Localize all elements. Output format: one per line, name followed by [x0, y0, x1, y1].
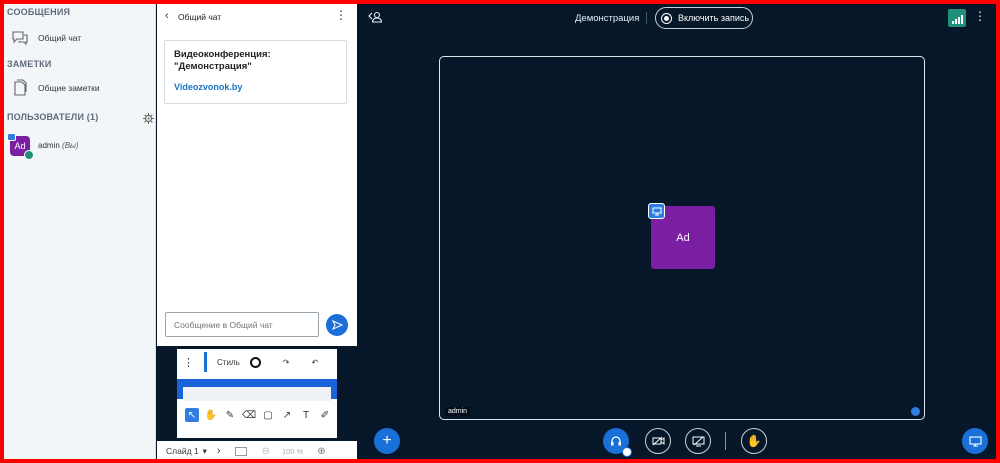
- camera-off-icon: [652, 436, 664, 446]
- send-button[interactable]: [326, 314, 348, 336]
- top-bar: Демонстрация Включить запись ⋮: [358, 4, 996, 34]
- raise-hand-button[interactable]: ✋: [741, 428, 767, 454]
- shared-notes-label: Общие заметки: [38, 83, 100, 93]
- zoom-level: 100 %: [281, 446, 304, 456]
- chevron-left-icon[interactable]: ‹: [165, 10, 169, 22]
- note-tool-icon[interactable]: ✐: [318, 408, 332, 422]
- record-icon: [661, 12, 672, 24]
- zoom-in-icon[interactable]: ⊕: [317, 446, 325, 457]
- presenter-icon: [7, 133, 16, 141]
- microphone-icon: [24, 150, 34, 160]
- presentation-icon: [968, 435, 982, 447]
- microphone-icon: [911, 407, 920, 416]
- headphones-icon: [611, 436, 621, 446]
- meeting-title: Демонстрация: [575, 13, 640, 24]
- welcome-title: Видеоконференция: "Демонстрация": [174, 49, 271, 72]
- user-name-text: admin: [38, 141, 60, 150]
- color-indicator: [204, 352, 207, 372]
- record-button[interactable]: Включить запись: [655, 7, 753, 29]
- user-self-suffix: (Вы): [62, 141, 79, 150]
- slide-selector[interactable]: Слайд 1: [166, 446, 199, 456]
- undo-icon[interactable]: ↶: [311, 358, 318, 367]
- chat-message-input[interactable]: [165, 312, 319, 337]
- pointer-tool-icon[interactable]: ↖: [185, 408, 199, 422]
- video-user-label: admin: [445, 407, 471, 416]
- arrow-tool-icon[interactable]: ↗: [280, 408, 294, 422]
- screen-share-button[interactable]: [685, 428, 711, 454]
- eraser-tool-icon[interactable]: ⌫: [242, 408, 256, 422]
- more-vertical-icon[interactable]: ⋮: [974, 10, 986, 22]
- messages-section-title: СООБЩЕНИЯ: [7, 7, 71, 17]
- text-tool-icon[interactable]: T: [299, 408, 313, 422]
- user-list-toggle-icon[interactable]: [368, 10, 383, 24]
- chat-icon: [10, 28, 30, 48]
- main-area: Демонстрация Включить запись ⋮ Ad admin: [358, 4, 996, 459]
- chat-header: ‹ Общий чат ⋮: [157, 4, 357, 28]
- users-section-title: ПОЛЬЗОВАТЕЛИ (1): [7, 112, 99, 122]
- pencil-tool-icon[interactable]: ✎: [223, 408, 237, 422]
- user-name[interactable]: admin (Вы): [38, 141, 79, 150]
- app-frame: СООБЩЕНИЯ Общий чат ЗАМЕТКИ Общие заметк…: [4, 4, 996, 459]
- divider: [725, 432, 726, 450]
- stroke-circle-icon[interactable]: [249, 356, 261, 368]
- more-vertical-icon[interactable]: ⋮: [335, 9, 347, 21]
- welcome-message: Видеоконференция: "Демонстрация" Videozv…: [164, 40, 347, 104]
- camera-button[interactable]: [645, 428, 671, 454]
- divider: [646, 12, 647, 24]
- rectangle-tool-icon[interactable]: ▢: [261, 408, 275, 422]
- avatar[interactable]: Ad: [7, 133, 34, 160]
- audio-button[interactable]: [603, 428, 632, 457]
- record-label: Включить запись: [678, 13, 750, 23]
- notes-section-title: ЗАМЕТКИ: [7, 59, 52, 69]
- plus-icon: +: [382, 432, 392, 449]
- presentation-toggle-button[interactable]: [962, 428, 988, 454]
- public-chat-item[interactable]: Общий чат: [10, 28, 81, 48]
- presenter-initials: Ad: [676, 231, 690, 244]
- welcome-link[interactable]: Videozvonok.by: [174, 82, 337, 92]
- chevron-down-icon[interactable]: ▾: [203, 446, 207, 457]
- slide-content-band: [183, 387, 331, 401]
- gear-icon[interactable]: [143, 111, 154, 124]
- video-area: Ad admin: [439, 56, 925, 420]
- public-chat-label: Общий чат: [38, 33, 82, 43]
- fit-to-width-icon[interactable]: [234, 446, 247, 456]
- whiteboard-style-bar: ⋮ Стиль ↷ ↶: [183, 350, 333, 374]
- zoom-out-icon[interactable]: ⊖: [262, 446, 270, 457]
- screen-share-off-icon: [692, 436, 704, 446]
- redo-icon[interactable]: ↷: [283, 358, 290, 367]
- avatar-initials: Ad: [14, 141, 26, 151]
- next-slide-icon[interactable]: ›: [217, 445, 221, 457]
- action-bar: + ✋: [358, 428, 996, 457]
- style-label[interactable]: Стиль: [217, 358, 240, 367]
- more-vertical-icon[interactable]: ⋮: [183, 356, 194, 369]
- audio-settings-icon[interactable]: [622, 447, 632, 457]
- presentation-footer: Слайд 1 ▾ › ⊖ 100 % ⊕: [157, 441, 357, 459]
- actions-plus-button[interactable]: +: [374, 428, 400, 454]
- user-list-panel: СООБЩЕНИЯ Общий чат ЗАМЕТКИ Общие заметк…: [4, 4, 156, 459]
- presentation-preview: ⋮ Стиль ↷ ↶ ↖ ✋ ✎ ⌫ ▢ ↗ T ✐ Слайд 1 ▾ › …: [157, 346, 357, 459]
- hand-icon: ✋: [746, 434, 762, 448]
- whiteboard-toolbar: ↖ ✋ ✎ ⌫ ▢ ↗ T ✐: [183, 406, 333, 424]
- chat-panel: ‹ Общий чат ⋮ Видеоконференция: "Демонст…: [157, 4, 357, 346]
- chat-title[interactable]: Общий чат: [178, 12, 221, 22]
- shared-notes-item[interactable]: Общие заметки: [10, 78, 100, 98]
- presenter-icon: [648, 203, 665, 219]
- send-icon: [331, 320, 343, 330]
- connection-status-icon[interactable]: [948, 9, 966, 27]
- notes-icon: [10, 78, 30, 98]
- hand-tool-icon[interactable]: ✋: [204, 408, 218, 422]
